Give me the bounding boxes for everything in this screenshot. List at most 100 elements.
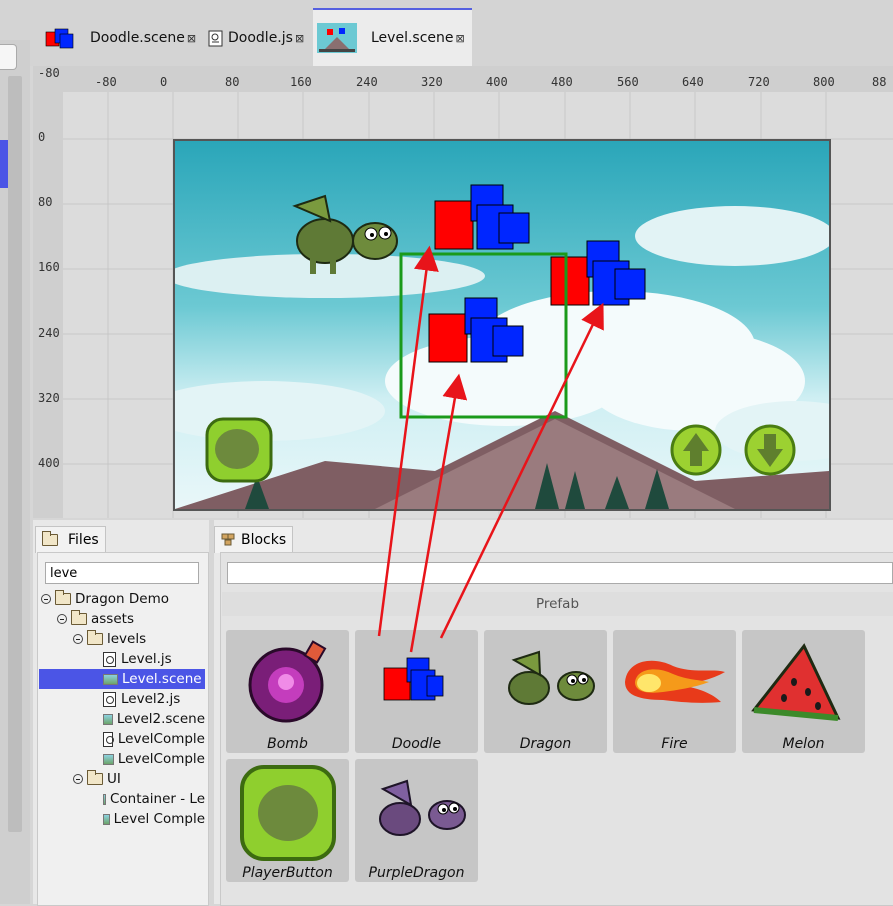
folder-icon xyxy=(42,531,58,546)
prefab-label: Bomb xyxy=(267,736,308,752)
folder-icon xyxy=(71,610,87,625)
melon-icon xyxy=(751,643,841,721)
files-tab-label: Files xyxy=(68,532,99,548)
js-file-icon xyxy=(208,30,223,46)
doodle-sprite xyxy=(428,297,524,363)
prefab-label: Doodle xyxy=(391,736,442,752)
tab-doodle-js[interactable]: Doodle.js ⊠ xyxy=(208,10,304,66)
tab-doodle-scene[interactable]: Doodle.scene ⊠ xyxy=(44,10,196,66)
file-tree-item[interactable]: Level.js xyxy=(39,649,205,669)
tab-level-scene[interactable]: Level.scene ⊠ xyxy=(313,8,472,66)
file-tree-item[interactable]: LevelComple xyxy=(39,749,205,769)
ruler-tick-label: 80 xyxy=(38,195,53,209)
file-tree-item[interactable]: Level2.scene xyxy=(39,709,205,729)
file-tree-label: Level2.scene xyxy=(116,711,205,727)
prefab-section-header: Prefab xyxy=(222,592,893,616)
prefab-card-melon[interactable]: Melon xyxy=(742,630,865,753)
file-tree-label: LevelComple xyxy=(117,751,205,767)
files-tab[interactable]: Files xyxy=(35,526,106,553)
ruler-tick-label: -80 xyxy=(95,75,117,89)
ruler-corner-label: -80 xyxy=(38,66,60,80)
blocks-tab-label: Blocks xyxy=(241,532,287,548)
js-file-icon xyxy=(103,691,116,707)
doodle-sprite xyxy=(434,184,530,250)
prefab-card-purple-dragon[interactable]: PurpleDragon xyxy=(355,759,478,882)
bomb-icon xyxy=(248,640,327,723)
fire-icon xyxy=(625,660,725,703)
folder-icon xyxy=(87,630,103,645)
tab-label: Level.scene xyxy=(371,30,454,46)
prefab-label: PurpleDragon xyxy=(368,865,465,881)
file-tree-label: Level2.js xyxy=(121,691,181,707)
ruler-tick-label: 800 xyxy=(813,75,835,89)
prefab-card-dragon[interactable]: Dragon xyxy=(484,630,607,753)
ruler-tick-label: 320 xyxy=(38,391,60,405)
file-tree-item[interactable]: Dragon Demo xyxy=(39,589,205,609)
scene-file-icon xyxy=(103,753,114,765)
tab-label: Doodle.js xyxy=(228,30,293,46)
prefab-label: Melon xyxy=(782,736,825,752)
player-button-sprite xyxy=(205,417,273,483)
file-tree-label: assets xyxy=(91,611,134,627)
ruler-tick-label: 240 xyxy=(38,326,60,340)
ruler-tick-label: 88 xyxy=(872,75,887,89)
blocks-icon xyxy=(221,533,235,546)
doodle-thumb-icon xyxy=(45,28,74,49)
down-button-sprite xyxy=(744,424,796,476)
close-icon[interactable]: ⊠ xyxy=(187,32,196,45)
collapse-toggle-icon[interactable] xyxy=(41,594,51,604)
prefab-label: Fire xyxy=(661,736,688,752)
prefab-card-player-button[interactable]: PlayerButton xyxy=(226,759,349,882)
prefab-card-bomb[interactable]: Bomb xyxy=(226,630,349,753)
image-file-icon xyxy=(103,793,106,805)
level-background xyxy=(175,184,829,509)
ruler-tick-label: 80 xyxy=(225,75,240,89)
file-tree-item[interactable]: levels xyxy=(39,629,205,649)
ruler-tick-label: 400 xyxy=(486,75,508,89)
collapse-toggle-icon[interactable] xyxy=(73,774,83,784)
file-tree-item[interactable]: assets xyxy=(39,609,205,629)
ruler-tick-label: 640 xyxy=(682,75,704,89)
file-tree-label: levels xyxy=(107,631,147,647)
js-file-icon xyxy=(103,651,116,667)
dragon-icon xyxy=(508,650,595,705)
file-tree-label: LevelComple xyxy=(117,731,205,747)
ruler-tick-label: 160 xyxy=(38,260,60,274)
game-canvas[interactable] xyxy=(173,139,831,511)
close-icon[interactable]: ⊠ xyxy=(456,32,465,45)
prefab-card-fire[interactable]: Fire xyxy=(613,630,736,753)
ruler-tick-label: 560 xyxy=(617,75,639,89)
file-tree-label: UI xyxy=(107,771,121,787)
folder-icon xyxy=(55,590,71,605)
scene-file-icon xyxy=(103,713,113,725)
file-tree-item[interactable]: Level Comple xyxy=(39,809,205,829)
ruler-tick-label: 0 xyxy=(38,130,46,144)
ruler-tick-label: 480 xyxy=(551,75,573,89)
collapse-toggle-icon[interactable] xyxy=(57,614,67,624)
collapse-toggle-icon[interactable] xyxy=(73,634,83,644)
scrollbar[interactable] xyxy=(8,76,22,832)
file-tree-item[interactable]: Level.scene xyxy=(39,669,205,689)
file-tree-item[interactable]: Container - Le xyxy=(39,789,205,809)
doodle-icon xyxy=(383,657,444,701)
file-tree-item[interactable]: Level2.js xyxy=(39,689,205,709)
left-side-panel xyxy=(0,40,30,904)
player-button-icon xyxy=(240,765,336,861)
ruler-tick-label: 160 xyxy=(290,75,312,89)
tab-label: Doodle.scene xyxy=(90,30,185,46)
prefab-card-doodle[interactable]: Doodle xyxy=(355,630,478,753)
level-thumb-icon xyxy=(317,23,357,53)
file-tree-item[interactable]: UI xyxy=(39,769,205,789)
file-tree-item[interactable]: LevelComple xyxy=(39,729,205,749)
close-icon[interactable]: ⊠ xyxy=(295,32,304,45)
blocks-search-input[interactable] xyxy=(227,562,893,584)
files-search-input[interactable] xyxy=(45,562,199,584)
ruler-tick-label: 240 xyxy=(356,75,378,89)
file-tree-label: Level.js xyxy=(121,651,172,667)
collapsed-search-field[interactable] xyxy=(0,44,17,70)
image-file-icon xyxy=(103,813,110,825)
selected-item-marker xyxy=(0,140,8,188)
blocks-tab[interactable]: Blocks xyxy=(214,526,294,553)
folder-icon xyxy=(87,770,103,785)
prefab-label: Dragon xyxy=(519,736,572,752)
